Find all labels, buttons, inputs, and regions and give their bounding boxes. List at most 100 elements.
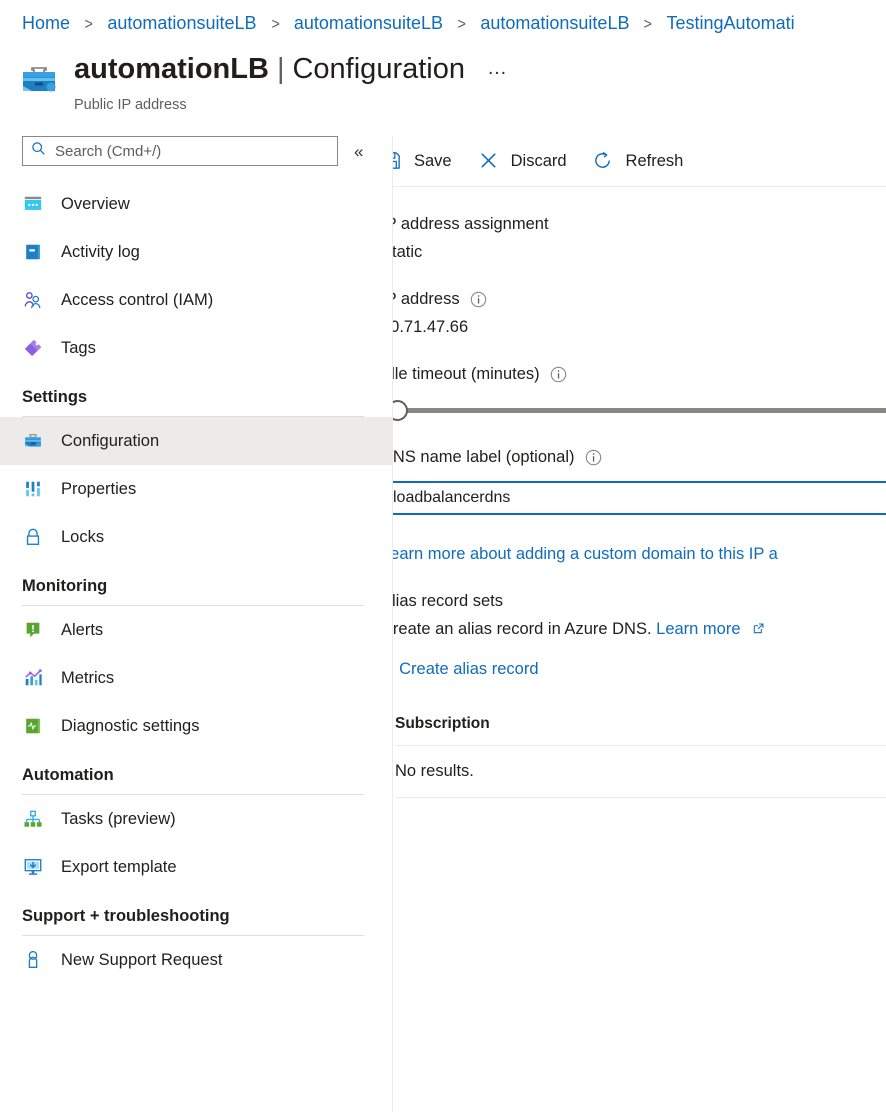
sidebar-item-activity-log[interactable]: Activity log — [0, 228, 392, 276]
search-icon — [31, 141, 46, 161]
sidebar-item-label: Activity log — [61, 243, 140, 261]
tags-icon — [22, 337, 44, 359]
ip-address-value: 40.71.47.66 — [393, 318, 469, 336]
resource-type-label: Public IP address — [74, 97, 187, 113]
info-icon[interactable] — [550, 366, 567, 383]
sidebar-item-label: Properties — [61, 480, 137, 498]
dns-name-input[interactable] — [393, 489, 886, 507]
breadcrumb-item-1[interactable]: automationsuiteLB — [107, 13, 256, 33]
idle-timeout-field: Idle timeout (minutes) — [393, 363, 886, 422]
sidebar-group-title: Settings — [22, 388, 88, 406]
table-column-header[interactable]: Subscription — [395, 715, 886, 746]
dns-name-label-text: DNS name label (optional) — [392, 448, 575, 466]
command-bar: Save Discard Refresh — [393, 136, 846, 186]
sidebar-item-label: Export template — [61, 858, 177, 876]
ip-address-label-text: IP address — [393, 290, 460, 308]
ip-address-label: IP address — [393, 288, 846, 311]
sidebar-item-label: Diagnostic settings — [61, 717, 200, 735]
sidebar-group-title: Automation — [22, 766, 114, 784]
breadcrumb-separator: > — [457, 16, 466, 33]
sidebar-item-label: Alerts — [61, 621, 104, 639]
locks-icon — [22, 526, 44, 548]
sidebar-item-label: Locks — [61, 528, 105, 546]
sidebar-item-configuration[interactable]: Configuration — [0, 417, 392, 465]
sidebar-item-metrics[interactable]: Metrics — [0, 654, 392, 702]
breadcrumb-separator: > — [270, 16, 280, 33]
configuration-panel: IP address assignment Static IP address … — [392, 187, 886, 798]
sidebar-item-export-template[interactable]: Export template — [0, 843, 392, 891]
sidebar-group-title: Support + troubleshooting — [22, 907, 230, 925]
sidebar-item-label: New Support Request — [61, 951, 223, 969]
sidebar-group-monitoring-items: Alerts Metrics Diagnostic settings — [0, 606, 392, 750]
breadcrumb-item-home[interactable]: Home — [22, 13, 70, 33]
sidebar-item-label: Metrics — [61, 669, 115, 687]
public-ip-toolbox-icon — [18, 56, 60, 98]
idle-timeout-slider[interactable] — [393, 400, 886, 422]
sidebar-item-tags[interactable]: Tags — [0, 324, 392, 372]
breadcrumb: Home > automationsuiteLB > automationsui… — [22, 10, 886, 38]
slider-thumb[interactable] — [393, 400, 408, 421]
alias-record-description-text: Create an alias record in Azure DNS. — [392, 620, 652, 638]
page-title-separator: | — [276, 53, 285, 85]
sidebar-item-label: Tags — [61, 339, 96, 357]
sidebar-top-items: Overview Activity log Access control (IA… — [0, 180, 392, 372]
ip-assignment-value: Static — [392, 243, 423, 261]
main-content: Save Discard Refresh IP address assignme… — [392, 136, 886, 1112]
search-box[interactable] — [22, 136, 338, 166]
sidebar-group-settings: Settings — [0, 386, 392, 417]
discard-label: Discard — [510, 152, 567, 170]
sidebar-group-automation-items: Tasks (preview) Export template — [0, 795, 392, 891]
sidebar-group-title: Monitoring — [22, 577, 108, 595]
page-title-section: Configuration — [292, 53, 465, 85]
sidebar-item-label: Access control (IAM) — [61, 291, 214, 309]
close-icon — [478, 150, 500, 172]
alias-record-sets-section: Alias record sets Create an alias record… — [392, 590, 846, 681]
subscription-table: Subscription No results. — [395, 715, 886, 798]
ip-assignment-label: IP address assignment — [392, 215, 549, 233]
chevron-double-left-icon[interactable]: « — [354, 143, 363, 160]
discard-button[interactable]: Discard — [478, 145, 567, 177]
dns-name-label: DNS name label (optional) — [392, 446, 846, 469]
sidebar-item-locks[interactable]: Locks — [0, 513, 392, 561]
sidebar: « Overview A — [0, 136, 392, 1112]
overview-icon — [22, 193, 44, 215]
search-input[interactable] — [55, 142, 329, 160]
idle-timeout-label: Idle timeout (minutes) — [393, 363, 846, 386]
save-button[interactable]: Save — [393, 145, 452, 177]
info-icon[interactable] — [585, 449, 602, 466]
refresh-icon — [593, 150, 615, 172]
breadcrumb-item-3[interactable]: automationsuiteLB — [480, 13, 629, 33]
export-template-icon — [22, 856, 44, 878]
more-menu-button[interactable]: … — [487, 49, 509, 87]
sidebar-item-label: Tasks (preview) — [61, 810, 176, 828]
sidebar-item-access-control[interactable]: Access control (IAM) — [0, 276, 392, 324]
info-icon[interactable] — [470, 291, 487, 308]
sidebar-item-properties[interactable]: Properties — [0, 465, 392, 513]
metrics-icon — [22, 667, 44, 689]
ip-assignment-field: IP address assignment Static — [392, 213, 846, 264]
sidebar-item-label: Overview — [61, 195, 130, 213]
sidebar-item-diagnostic-settings[interactable]: Diagnostic settings — [0, 702, 392, 750]
sidebar-item-overview[interactable]: Overview — [0, 180, 392, 228]
sidebar-item-new-support-request[interactable]: New Support Request — [0, 936, 392, 984]
sidebar-item-alerts[interactable]: Alerts — [0, 606, 392, 654]
sidebar-search-row: « — [0, 136, 392, 166]
custom-domain-learn-more-link[interactable]: Learn more about adding a custom domain … — [393, 543, 846, 566]
create-alias-record-button[interactable]: + Create alias record — [393, 658, 846, 681]
page-title-resource: automationLB — [74, 53, 269, 85]
breadcrumb-item-2[interactable]: automationsuiteLB — [294, 13, 443, 33]
dns-name-input-wrapper[interactable] — [393, 481, 886, 515]
properties-icon — [22, 478, 44, 500]
alerts-icon — [22, 619, 44, 641]
alias-record-description: Create an alias record in Azure DNS. Lea… — [392, 618, 846, 641]
sidebar-group-monitoring: Monitoring — [0, 575, 392, 606]
sidebar-item-tasks[interactable]: Tasks (preview) — [0, 795, 392, 843]
breadcrumb-item-4[interactable]: TestingAutomati — [667, 13, 795, 33]
alias-learn-more-link[interactable]: Learn more — [656, 620, 740, 638]
page-header: automationLB | Configuration … Public IP… — [18, 50, 509, 115]
create-alias-record-label: Create alias record — [399, 660, 539, 678]
refresh-button[interactable]: Refresh — [593, 145, 684, 177]
slider-track — [393, 408, 886, 413]
refresh-label: Refresh — [625, 152, 684, 170]
sidebar-group-support: Support + troubleshooting — [0, 905, 392, 936]
